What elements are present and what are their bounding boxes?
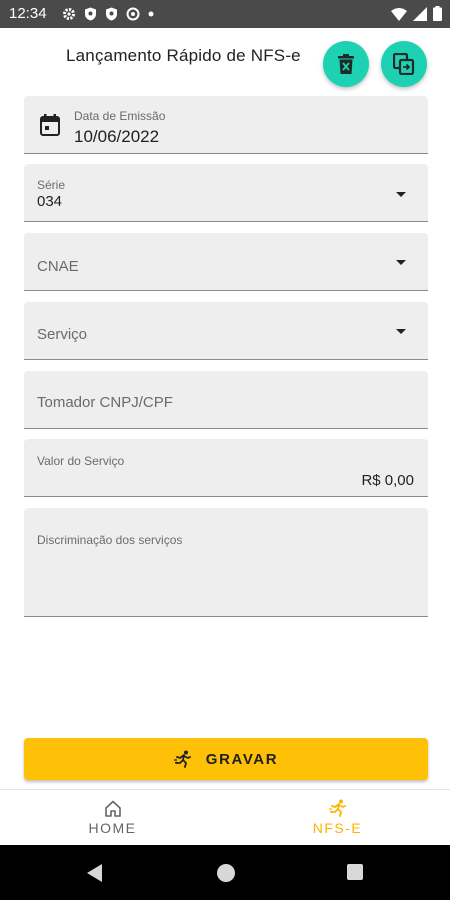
notification-icons xyxy=(62,7,154,21)
recents-icon[interactable] xyxy=(347,864,363,880)
app-header: Lançamento Rápido de NFS-e xyxy=(0,28,450,96)
series-value: 034 xyxy=(37,193,63,210)
dropdown-arrow-icon xyxy=(396,192,406,197)
status-time: 12:34 xyxy=(9,5,47,22)
data-saver-icon xyxy=(126,7,140,21)
shield-icon xyxy=(106,7,117,21)
system-icons xyxy=(391,6,442,21)
wifi-icon xyxy=(391,7,407,21)
save-button-label: GRAVAR xyxy=(205,750,279,768)
service-value-amount: R$ 0,00 xyxy=(361,472,414,489)
service-value-field[interactable]: Valor do Serviço R$ 0,00 xyxy=(24,439,428,497)
calendar-icon xyxy=(40,114,60,136)
delete-icon xyxy=(338,54,354,74)
battery-icon xyxy=(433,6,442,21)
home-button-icon[interactable] xyxy=(217,864,235,882)
nav-item-home[interactable]: HOME xyxy=(0,790,225,845)
home-icon xyxy=(104,800,121,817)
series-select[interactable]: Série 034 xyxy=(24,164,428,222)
nav-item-nfse[interactable]: NFS-E xyxy=(225,790,450,845)
signal-icon xyxy=(413,6,427,21)
settings-gear-icon xyxy=(63,8,75,20)
issue-date-label: Data de Emissão xyxy=(74,109,166,123)
dot-icon xyxy=(148,11,154,17)
duplicate-button[interactable] xyxy=(381,41,427,87)
shield-icon xyxy=(85,7,96,21)
page-title: Lançamento Rápido de NFS-e xyxy=(66,46,301,65)
save-button[interactable]: GRAVAR xyxy=(24,738,428,780)
dropdown-arrow-icon xyxy=(396,260,406,265)
customer-document-placeholder: Tomador CNPJ/CPF xyxy=(37,394,173,411)
clear-form-button[interactable] xyxy=(323,41,369,87)
service-value-label: Valor do Serviço xyxy=(37,454,125,468)
copy-icon xyxy=(393,53,415,75)
series-label: Série xyxy=(37,178,66,192)
customer-document-field[interactable]: Tomador CNPJ/CPF xyxy=(24,371,428,429)
service-description-field[interactable]: Discriminação dos serviços xyxy=(24,508,428,617)
service-placeholder: Serviço xyxy=(37,326,88,343)
service-description-label: Discriminação dos serviços xyxy=(37,533,183,547)
cnae-select[interactable]: CNAE xyxy=(24,233,428,291)
service-select[interactable]: Serviço xyxy=(24,302,428,360)
back-icon[interactable] xyxy=(87,864,103,882)
bottom-navigation: HOME NFS-E xyxy=(0,789,450,845)
nav-label-nfse: NFS-E xyxy=(312,820,363,836)
issue-date-field[interactable]: Data de Emissão 10/06/2022 xyxy=(24,96,428,154)
status-bar: 12:34 xyxy=(0,0,450,28)
system-navigation-bar xyxy=(0,845,450,900)
running-icon xyxy=(328,799,346,817)
running-icon xyxy=(173,750,191,768)
cnae-placeholder: CNAE xyxy=(37,258,79,275)
dropdown-arrow-icon xyxy=(396,329,406,334)
nav-label-home: HOME xyxy=(88,819,137,836)
issue-date-value: 10/06/2022 xyxy=(74,127,160,146)
